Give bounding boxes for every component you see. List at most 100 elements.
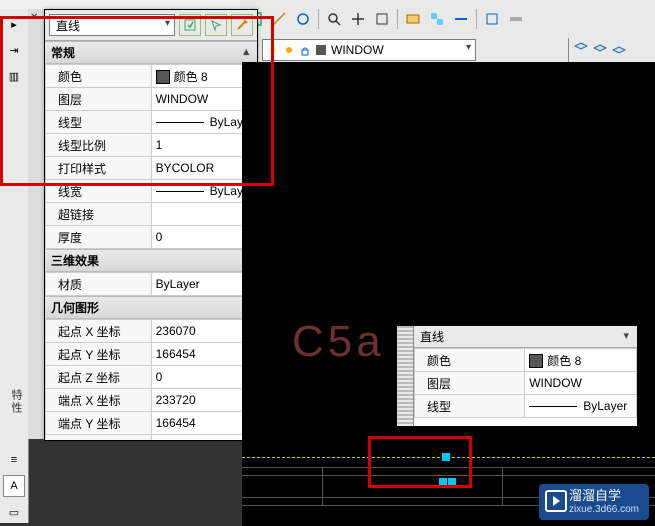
table-row: 图层 WINDOW [415,372,637,395]
layers-icon[interactable] [573,41,589,60]
table-row: 线宽 ByLayer [46,180,257,203]
text-tool-button[interactable]: A [3,475,25,497]
table-row: 材质 ByLayer [46,273,257,296]
color-cell[interactable]: 颜色 8 [151,65,256,88]
tool-icon[interactable] [371,8,393,30]
table-row: 端点 Y 坐标 166454 [46,412,257,435]
close-icon[interactable]: ✕ [30,12,38,23]
tool-icon[interactable]: ▸ [3,13,25,35]
lineweight-cell[interactable]: ByLayer [151,180,256,203]
line-sample-icon [529,406,577,407]
mini-table: 颜色 颜色 8 图层 WINDOW 线型 ByLayer [414,348,637,418]
table-row: 端点 Z 坐标 0 [46,435,257,441]
watermark-brand: 溜溜自学 [569,488,639,504]
tool-icon[interactable] [426,8,448,30]
general-table: 颜色 颜色 8 图层 WINDOW 线型 ByLayer 线型比例 1 打印样式… [45,64,257,249]
table-row: 超链接 [46,203,257,226]
endx-cell[interactable]: 233720 [151,389,256,412]
table-row: 起点 Z 坐标 0 [46,366,257,389]
quickselect-button[interactable] [179,14,201,36]
layers-icon[interactable] [611,41,627,60]
line-sample-icon [156,191,204,192]
threeD-table: 材质 ByLayer [45,272,257,296]
panel-grip[interactable] [397,326,414,426]
layer-name: WINDOW [331,43,384,57]
tool-icon[interactable] [450,8,472,30]
tool-icon[interactable] [402,8,424,30]
tool-icon[interactable]: ≡ [3,449,25,471]
right-toolbar [568,38,655,62]
thickness-cell[interactable]: 0 [151,226,256,249]
section-3d[interactable]: 三维效果 ▴ [45,249,257,272]
lock-icon [299,44,311,56]
grip-handle[interactable] [448,478,456,486]
layer-dropdown[interactable]: WINDOW [262,39,476,61]
collapse-icon: ▴ [243,45,249,58]
panel-header: 直线 [45,10,257,41]
tool-icon[interactable] [505,8,527,30]
ltscale-cell[interactable]: 1 [151,134,256,157]
table-row: 打印样式 BYCOLOR [46,157,257,180]
starty-cell[interactable]: 166454 [151,343,256,366]
left-toolbar: ▸ ⇥ ▥ 特性 ≡ A ▭ [0,9,29,523]
hyperlink-cell[interactable] [151,203,256,226]
tool-icon[interactable]: ▥ [3,65,25,87]
mini-linetype-cell[interactable]: ByLayer [525,395,637,418]
palette-titlebar[interactable] [28,9,45,439]
table-row: 厚度 0 [46,226,257,249]
bulb-icon [267,44,279,56]
tool-icon[interactable] [268,8,290,30]
grip-handle[interactable] [439,478,447,486]
zoom-window-icon[interactable] [323,8,345,30]
table-row: 线型 ByLayer [415,395,637,418]
material-cell[interactable]: ByLayer [151,273,256,296]
play-icon [545,490,567,512]
table-row: 线型 ByLayer [46,111,257,134]
startz-cell[interactable]: 0 [151,366,256,389]
tool-icon[interactable]: ▭ [3,501,25,523]
pickadd-toggle-button[interactable] [231,14,253,36]
tool-icon[interactable] [292,8,314,30]
mini-layer-cell[interactable]: WINDOW [525,372,637,395]
pan-icon[interactable] [347,8,369,30]
collapse-icon[interactable]: ▾ [623,329,629,342]
tool-icon[interactable]: ⇥ [3,39,25,61]
mini-panel-title: 直线 ▾ [414,326,637,348]
mini-color-cell[interactable]: 颜色 8 [525,349,637,372]
color-square-icon [315,44,327,56]
section-general[interactable]: 常规 ▴ [45,41,257,64]
tool-icon[interactable] [481,8,503,30]
grip-handle[interactable] [442,453,450,461]
watermark-url: zixue.3d66.com [569,504,639,516]
layers-icon[interactable] [592,41,608,60]
line-sample-icon [156,122,204,123]
table-row: 线型比例 1 [46,134,257,157]
table-row: 起点 X 坐标 236070 [46,320,257,343]
drawing-canvas[interactable]: C5a [242,62,655,526]
section-geometry[interactable]: 几何图形 ▴ [45,296,257,319]
color-swatch-icon [529,354,543,368]
linetype-cell[interactable]: ByLayer [151,111,256,134]
table-row: 图层 WINDOW [46,88,257,111]
startx-cell[interactable]: 236070 [151,320,256,343]
color-swatch-icon [156,70,170,84]
table-row: 颜色 颜色 8 [415,349,637,372]
table-row: 端点 X 坐标 233720 [46,389,257,412]
geometry-table: 起点 X 坐标 236070 起点 Y 坐标 166454 起点 Z 坐标 0 … [45,319,257,440]
endy-cell[interactable]: 166454 [151,412,256,435]
endz-cell[interactable]: 0 [151,435,256,441]
table-row: 起点 Y 坐标 166454 [46,343,257,366]
object-type-label: 直线 [56,17,80,34]
palette-title: 特性 [8,389,24,415]
object-type-dropdown[interactable]: 直线 [49,14,175,36]
quick-properties-panel: 直线 ▾ 颜色 颜色 8 图层 WINDOW 线型 ByLayer [396,325,638,427]
sun-icon [283,44,295,56]
layer-cell[interactable]: WINDOW [151,88,256,111]
plotstyle-cell[interactable]: BYCOLOR [151,157,256,180]
ribbon-toolbar [240,0,655,39]
select-objects-button[interactable] [205,14,227,36]
watermark: 溜溜自学 zixue.3d66.com [539,484,649,520]
properties-panel: 直线 常规 ▴ 颜色 颜色 8 图层 WINDOW 线型 ByLayer [44,9,258,441]
block-label: C5a [292,317,385,367]
table-row: 颜色 颜色 8 [46,65,257,88]
